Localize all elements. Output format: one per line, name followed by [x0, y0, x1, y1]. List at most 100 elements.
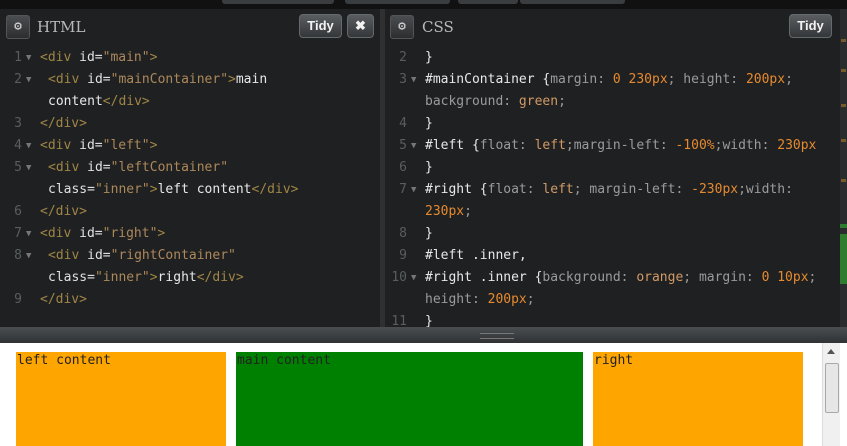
code-line: 11} — [385, 311, 840, 327]
code-token: </div> — [251, 182, 299, 197]
code-token: green — [518, 94, 559, 109]
code-line: 10 ▼ #right .inner {background: orange; ma… — [385, 267, 840, 289]
line-number: 9 — [14, 292, 22, 307]
code-text: #mainContainer {margin: 0 230px; height:… — [425, 69, 793, 91]
html-panel-title: HTML — [37, 18, 86, 36]
code-text: <div id="mainContainer">main — [48, 69, 267, 91]
result-preview: left content main content right — [0, 343, 847, 446]
top-toolbar-strip — [0, 0, 847, 9]
code-token: -230px — [691, 182, 739, 197]
code-token: > — [149, 182, 158, 197]
fold-arrow-icon[interactable]: ▼ — [26, 245, 31, 267]
fold-arrow-icon[interactable]: ▼ — [26, 47, 31, 69]
code-token: 200px — [487, 292, 527, 307]
scroll-marker — [841, 139, 846, 142]
code-text: <div id="left"> — [40, 135, 157, 157]
code-line: 8 ▼ <div id="rightContainer" — [0, 245, 380, 267]
code-text: class="inner">right</div> — [48, 267, 244, 289]
scroll-marker — [841, 179, 846, 182]
code-line: height: 200px; — [385, 289, 840, 311]
code-token: } — [425, 116, 433, 131]
line-number: 9 — [399, 248, 407, 263]
html-tidy-button[interactable]: Tidy — [299, 14, 342, 38]
code-token: float: — [487, 182, 543, 197]
code-text: <div id="main"> — [40, 47, 157, 69]
main-content-label: main content — [237, 353, 331, 368]
code-token: #mainContainer — [425, 72, 543, 87]
code-token: ; height: — [667, 72, 746, 87]
code-token: ;margin-left: — [565, 138, 676, 153]
editor-scroll-rail[interactable] — [840, 9, 847, 327]
line-number: 3 — [399, 72, 407, 87]
scrollbar-thumb[interactable] — [825, 363, 839, 413]
fold-arrow-icon[interactable]: ▼ — [26, 223, 31, 245]
code-text: background: green; — [425, 91, 566, 113]
code-token: 200px — [745, 72, 786, 87]
code-line: background: green; — [385, 91, 840, 113]
code-line: 3 </div> — [0, 113, 380, 135]
code-token: 0 230px — [612, 72, 668, 87]
code-token: { — [479, 182, 488, 197]
code-token: margin: — [550, 72, 613, 87]
result-scrollbar[interactable] — [822, 343, 840, 446]
code-token: #right — [425, 182, 480, 197]
drag-handle-icon[interactable] — [480, 333, 514, 339]
code-text: <div id="leftContainer" — [48, 157, 228, 179]
top-tab-edge — [345, 0, 450, 4]
code-text: <div id="right"> — [40, 223, 165, 245]
code-line: 7 ▼ #right {float: left; margin-left: -230… — [385, 179, 840, 201]
code-text: 230px; — [425, 201, 472, 223]
code-token: </div> — [40, 204, 87, 219]
code-line: 4 ▼ <div id="left"> — [0, 135, 380, 157]
scroll-marker — [840, 234, 847, 284]
code-token: > — [228, 72, 236, 87]
css-settings-button[interactable]: ⚙ — [390, 15, 414, 39]
code-line: 4} — [385, 113, 840, 135]
fold-arrow-icon[interactable]: ▼ — [26, 135, 31, 157]
code-text: } — [425, 223, 433, 245]
code-line: 2 ▼ <div id="mainContainer">main — [0, 69, 380, 91]
code-token: ;width: — [714, 138, 778, 153]
code-token: </div> — [102, 94, 150, 109]
fold-arrow-icon[interactable]: ▼ — [26, 157, 31, 179]
fold-arrow-icon[interactable]: ▼ — [411, 179, 416, 201]
fold-arrow-icon[interactable]: ▼ — [26, 69, 31, 91]
code-line: 9 #left .inner, — [385, 245, 840, 267]
code-text: #left .inner, — [425, 245, 527, 267]
code-token: height: — [425, 292, 488, 307]
html-settings-button[interactable]: ⚙ — [6, 15, 30, 39]
code-token: float: — [479, 138, 535, 153]
code-token: id= — [87, 72, 111, 87]
right-container-box: right — [593, 352, 803, 446]
code-token: id= — [79, 50, 103, 65]
code-text: #left {float: left;margin-left: -100%;wi… — [425, 135, 816, 157]
code-line: class="inner">right</div> — [0, 267, 380, 289]
code-line: 9 </div> — [0, 289, 380, 311]
line-number: 4 — [399, 116, 407, 131]
code-token: "rightContainer" — [110, 248, 236, 263]
code-token: > — [149, 138, 158, 153]
scroll-marker — [841, 69, 846, 72]
fold-arrow-icon[interactable]: ▼ — [411, 267, 416, 289]
code-line: 6} — [385, 157, 840, 179]
main-container-box: main content — [236, 352, 583, 446]
scroll-up-icon[interactable] — [827, 349, 835, 354]
html-close-button[interactable]: ✖ — [347, 14, 374, 38]
css-tidy-button[interactable]: Tidy — [789, 14, 832, 38]
fold-arrow-icon[interactable]: ▼ — [411, 135, 416, 157]
code-token: "leftContainer" — [110, 160, 229, 175]
fold-arrow-icon[interactable]: ▼ — [411, 69, 416, 91]
code-token: } — [425, 226, 433, 241]
code-line: 5 ▼ #left {float: left;margin-left: -100%;… — [385, 135, 840, 157]
code-token: id= — [87, 248, 111, 263]
code-text: <div id="rightContainer" — [48, 245, 236, 267]
code-token: "mainContainer" — [110, 72, 229, 87]
result-splitter[interactable] — [0, 327, 847, 343]
top-tab-edge — [520, 0, 625, 4]
left-content-label: left content — [17, 353, 111, 368]
code-line: 1 ▼ <div id="main"> — [0, 47, 380, 69]
code-token: "inner" — [94, 270, 150, 285]
line-number: 2 — [399, 50, 407, 65]
code-line: 8} — [385, 223, 840, 245]
css-editor-panel: ⚙ CSS Tidy 2} 3 ▼ #mainContainer {margin: 0… — [385, 9, 840, 327]
